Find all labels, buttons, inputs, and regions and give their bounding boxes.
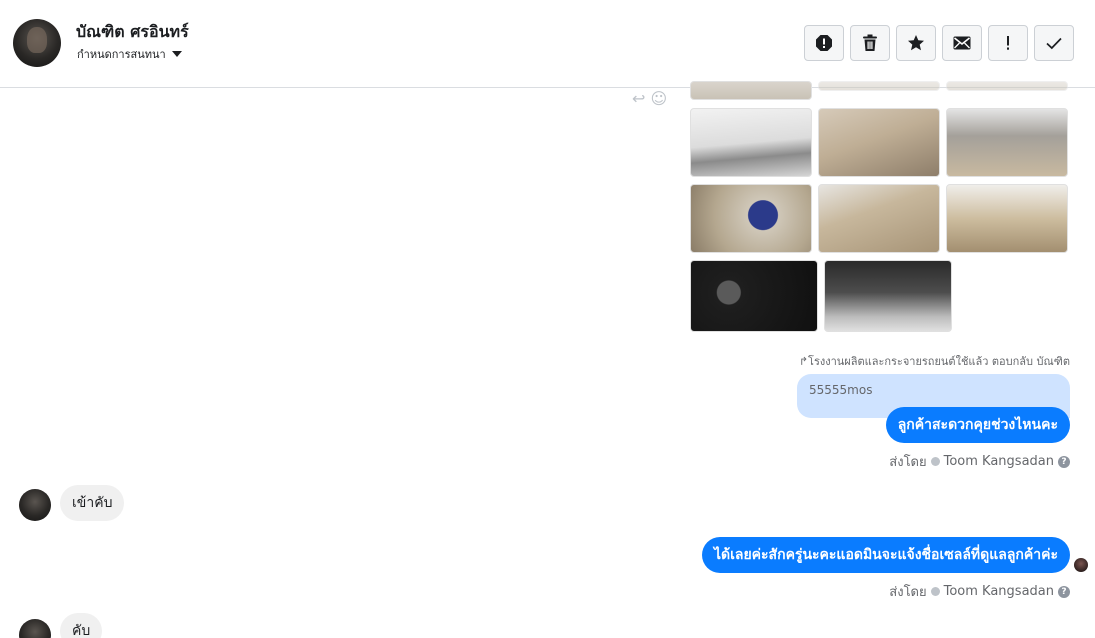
star-button[interactable]: [896, 25, 936, 61]
photo-thumbnail[interactable]: [824, 260, 952, 332]
photo-thumbnail[interactable]: [690, 184, 812, 253]
photo-thumbnail[interactable]: [690, 260, 818, 332]
incoming-message-bubble[interactable]: คับ: [60, 613, 103, 638]
message-actions: ↩ ☺: [632, 89, 667, 108]
sent-by-info: ส่งโดย Toom Kangsadan ?: [889, 581, 1070, 602]
outgoing-message-bubble[interactable]: ได้เลยค่ะสักครู่นะคะแอดมินจะแจ้งชื่อเซลล…: [701, 537, 1070, 573]
message-text: ได้เลยค่ะสักครู่นะคะแอดมินจะแจ้งชื่อเซลล…: [713, 547, 1058, 563]
message-text: เข้าคับ: [72, 495, 113, 511]
verified-icon: [930, 457, 940, 466]
reply-arrow-icon: ↱: [798, 355, 809, 368]
quoted-message-text: 55555mos: [809, 383, 873, 397]
caret-down-icon: [171, 51, 182, 57]
conversation-header: บัณฑิต ศรอินทร์ กำหนดการสนทนา: [0, 0, 1095, 88]
star-icon: [908, 35, 924, 51]
spam-alert-icon: [816, 35, 832, 51]
follow-up-button[interactable]: [988, 25, 1028, 61]
seen-indicator-avatar: [1074, 558, 1088, 572]
delete-button[interactable]: [850, 25, 890, 61]
help-icon[interactable]: ?: [1058, 585, 1070, 598]
reply-context-text: โรงงานผลิตและกระจายรถยนต์ใช้แล้ว ตอบกลับ…: [808, 355, 1070, 368]
exclamation-icon: [1007, 36, 1009, 50]
photo-thumbnail[interactable]: [946, 184, 1068, 253]
mark-unread-button[interactable]: [942, 25, 982, 61]
reply-context-note: ↱โรงงานผลิตและกระจายรถยนต์ใช้แล้ว ตอบกลั…: [799, 352, 1070, 370]
sender-avatar[interactable]: [19, 489, 51, 521]
conversation-toolbar: [804, 25, 1074, 61]
sender-name: Toom Kangsadan: [943, 454, 1054, 469]
emoji-icon[interactable]: ☺: [651, 89, 668, 108]
photo-thumbnail[interactable]: [690, 108, 812, 177]
sent-by-label: ส่งโดย: [889, 455, 927, 470]
contact-name[interactable]: บัณฑิต ศรอินทร์: [76, 20, 189, 45]
contact-avatar[interactable]: [13, 19, 61, 67]
photo-thumbnail[interactable]: [818, 108, 940, 177]
mark-done-button[interactable]: [1034, 25, 1074, 61]
message-text: ลูกค้าสะดวกคุยช่วงไหนคะ: [897, 417, 1058, 433]
trash-icon: [863, 34, 877, 51]
reply-icon[interactable]: ↩: [632, 89, 645, 108]
sent-by-label: ส่งโดย: [889, 585, 927, 600]
check-icon: [1046, 37, 1062, 50]
verified-icon: [930, 587, 940, 596]
photo-thumbnail[interactable]: [946, 108, 1068, 177]
assign-conversation-label: กำหนดการสนทนา: [77, 48, 166, 61]
outgoing-message-bubble[interactable]: ลูกค้าสะดวกคุยช่วงไหนคะ: [885, 407, 1070, 443]
sent-by-info: ส่งโดย Toom Kangsadan ?: [889, 451, 1070, 472]
mail-icon: [953, 36, 971, 50]
photo-thumbnail[interactable]: [818, 184, 940, 253]
message-thread[interactable]: ↩ ☺ ↱โรงงานผลิตและกระจายรถยนต์ใช้แล้ว ตอ…: [0, 81, 1095, 638]
photo-thumbnail[interactable]: [818, 81, 940, 91]
messenger-page: บัณฑิต ศรอินทร์ กำหนดการสนทนา ↩ ☺ ↱โรงงา…: [0, 0, 1095, 638]
sender-avatar[interactable]: [19, 619, 51, 638]
mark-spam-button[interactable]: [804, 25, 844, 61]
assign-conversation-dropdown[interactable]: กำหนดการสนทนา: [77, 45, 182, 63]
photo-thumbnail[interactable]: [690, 81, 812, 100]
photo-thumbnail[interactable]: [946, 81, 1068, 91]
incoming-message-bubble[interactable]: เข้าคับ: [60, 485, 125, 521]
message-text: คับ: [72, 623, 91, 638]
help-icon[interactable]: ?: [1058, 455, 1070, 468]
sender-name: Toom Kangsadan: [943, 584, 1054, 599]
